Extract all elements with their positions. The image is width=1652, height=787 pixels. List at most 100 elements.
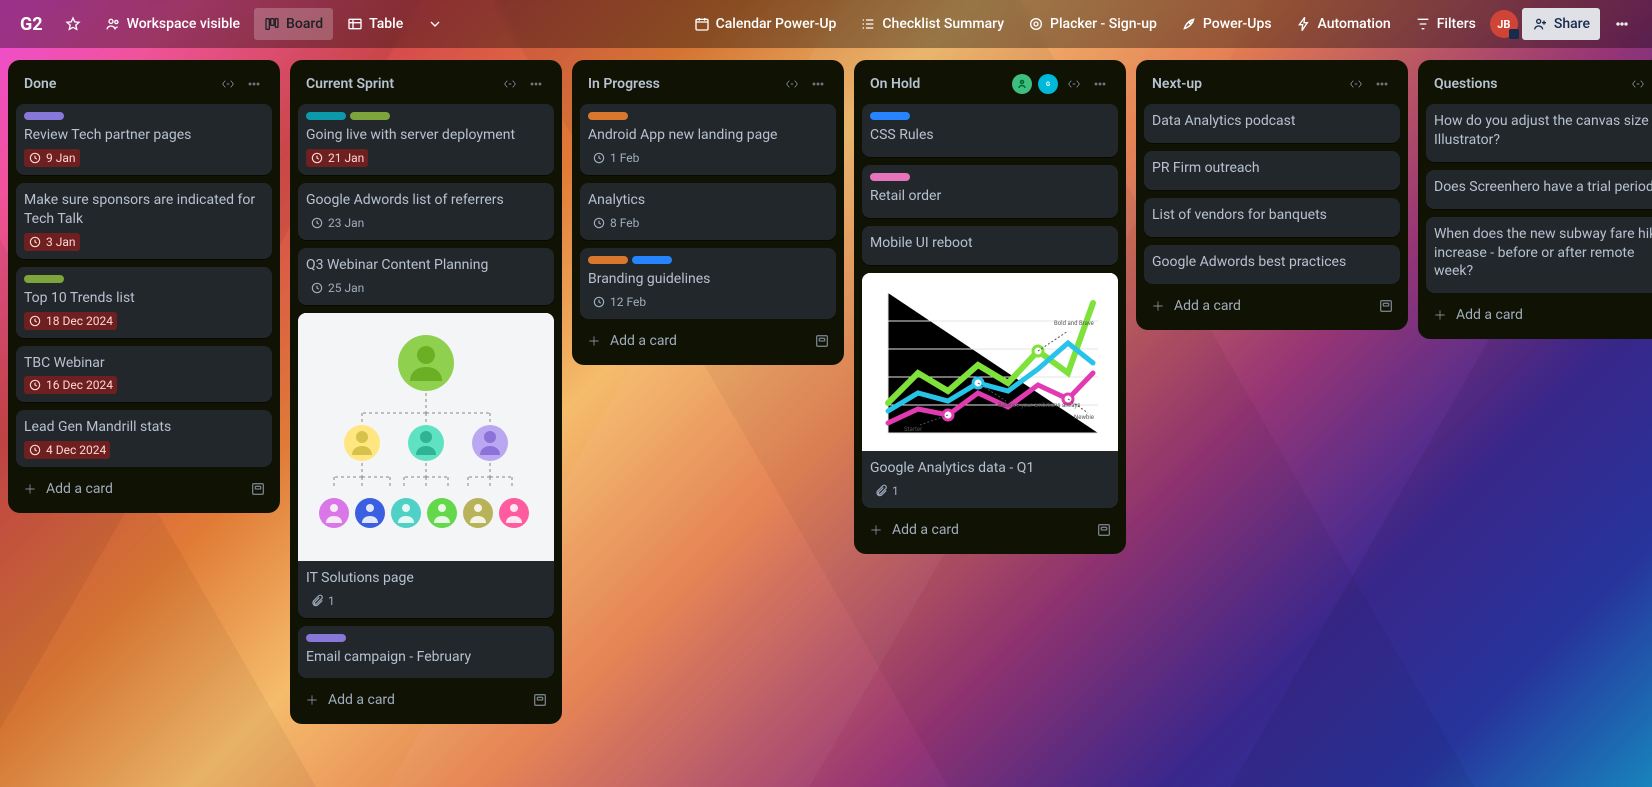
card[interactable]: List of vendors for banquets: [1144, 198, 1400, 237]
card[interactable]: Does Screenhero have a trial period?: [1426, 170, 1652, 209]
calendar-powerup-button[interactable]: Calendar Power-Up: [684, 8, 847, 40]
view-switcher-button[interactable]: [417, 8, 453, 40]
card[interactable]: Branding guidelines12 Feb: [580, 248, 836, 319]
card[interactable]: Going live with server deployment21 Jan: [298, 104, 554, 175]
card[interactable]: When does the new subway fare hike incre…: [1426, 217, 1652, 294]
list-menu-button[interactable]: [806, 72, 830, 96]
due-date-badge[interactable]: 21 Jan: [306, 149, 368, 167]
collapse-list-button[interactable]: [216, 72, 240, 96]
card-label[interactable]: [306, 112, 346, 120]
share-button[interactable]: Share: [1522, 8, 1600, 40]
star-button[interactable]: [55, 8, 91, 40]
board-menu-button[interactable]: [1604, 8, 1640, 40]
list: Current Sprint Going live with server dep…: [290, 60, 562, 724]
card-label[interactable]: [588, 112, 628, 120]
people-icon: [105, 16, 121, 32]
due-date-badge[interactable]: 18 Dec 2024: [24, 312, 117, 330]
card[interactable]: Bold and Brave Balance your ambitions al…: [862, 273, 1118, 508]
card[interactable]: Google Adwords best practices: [1144, 245, 1400, 284]
card[interactable]: Top 10 Trends list18 Dec 2024: [16, 267, 272, 338]
add-card-button[interactable]: Add a card: [1426, 299, 1652, 331]
add-card-button[interactable]: Add a card: [298, 684, 554, 716]
automation-button[interactable]: Automation: [1286, 8, 1401, 40]
card-label[interactable]: [350, 112, 390, 120]
card[interactable]: Mobile UI reboot: [862, 226, 1118, 265]
checklist-summary-button[interactable]: Checklist Summary: [850, 8, 1014, 40]
card[interactable]: PR Firm outreach: [1144, 151, 1400, 190]
card[interactable]: Analytics8 Feb: [580, 183, 836, 240]
due-date-badge[interactable]: 25 Jan: [306, 279, 368, 297]
share-label: Share: [1554, 16, 1590, 32]
list-title[interactable]: Questions: [1434, 76, 1622, 92]
table-view-button[interactable]: Table: [337, 8, 413, 40]
add-card-button[interactable]: Add a card: [1144, 290, 1400, 322]
powerups-button[interactable]: Power-Ups: [1171, 8, 1282, 40]
card-title: Data Analytics podcast: [1152, 112, 1392, 131]
list-menu-button[interactable]: [242, 72, 266, 96]
collapse-list-button[interactable]: [780, 72, 804, 96]
card-template-button[interactable]: [532, 692, 548, 708]
collapse-list-button[interactable]: [1344, 72, 1368, 96]
card[interactable]: Retail order: [862, 165, 1118, 218]
card-template-button[interactable]: [250, 481, 266, 497]
collapse-list-button[interactable]: [1062, 72, 1086, 96]
due-date-badge[interactable]: 8 Feb: [588, 214, 643, 232]
card-template-button[interactable]: [1096, 522, 1112, 538]
list-title[interactable]: Next-up: [1152, 76, 1340, 92]
list-menu-button[interactable]: [1088, 72, 1112, 96]
card-template-button[interactable]: [1378, 298, 1394, 314]
workspace-visible-button[interactable]: Workspace visible: [95, 8, 250, 40]
list-title[interactable]: Current Sprint: [306, 76, 494, 92]
due-date-badge[interactable]: 9 Jan: [24, 149, 80, 167]
card-label[interactable]: [24, 275, 64, 283]
collapse-list-button[interactable]: [1626, 72, 1650, 96]
add-card-button[interactable]: Add a card: [580, 325, 836, 357]
member-avatar[interactable]: JB: [1490, 10, 1518, 38]
card-label[interactable]: [870, 112, 910, 120]
filters-button[interactable]: Filters: [1405, 8, 1486, 40]
card-label[interactable]: [306, 634, 346, 642]
list-menu-button[interactable]: [524, 72, 548, 96]
extension-chip[interactable]: [1012, 74, 1032, 94]
clock-icon: [28, 314, 42, 328]
card-label[interactable]: [24, 112, 64, 120]
due-date-badge[interactable]: 12 Feb: [588, 293, 650, 311]
list-menu-button[interactable]: [1370, 72, 1394, 96]
card[interactable]: TBC Webinar16 Dec 2024: [16, 346, 272, 403]
board-canvas[interactable]: Done Review Tech partner pages9 Jan Make s…: [0, 48, 1652, 787]
card[interactable]: Android App new landing page1 Feb: [580, 104, 836, 175]
card[interactable]: Make sure sponsors are indicated for Tec…: [16, 183, 272, 259]
collapse-list-button[interactable]: [498, 72, 522, 96]
add-card-button[interactable]: Add a card: [862, 514, 1118, 546]
board-view-button[interactable]: Board: [254, 8, 333, 40]
card[interactable]: Review Tech partner pages9 Jan: [16, 104, 272, 175]
add-card-button[interactable]: Add a card: [16, 473, 272, 505]
card[interactable]: How do you adjust the canvas size in Ill…: [1426, 104, 1652, 162]
card[interactable]: Lead Gen Mandrill stats4 Dec 2024: [16, 410, 272, 467]
card[interactable]: CSS Rules: [862, 104, 1118, 157]
extension-chip[interactable]: G: [1038, 74, 1058, 94]
list-title[interactable]: In Progress: [588, 76, 776, 92]
card-label[interactable]: [588, 256, 628, 264]
due-date-text: 4 Dec 2024: [46, 443, 106, 457]
due-date-badge[interactable]: 3 Jan: [24, 233, 80, 251]
list-title[interactable]: On Hold: [870, 76, 1008, 92]
card[interactable]: IT Solutions page1: [298, 313, 554, 618]
card-label[interactable]: [870, 173, 910, 181]
card-label[interactable]: [632, 256, 672, 264]
due-date-badge[interactable]: 1 Feb: [588, 149, 643, 167]
placker-button[interactable]: Placker - Sign-up: [1018, 8, 1167, 40]
board-title[interactable]: G2: [12, 10, 51, 39]
list-title[interactable]: Done: [24, 76, 212, 92]
card-title: Does Screenhero have a trial period?: [1434, 178, 1652, 197]
due-date-badge[interactable]: 16 Dec 2024: [24, 376, 117, 394]
card-template-button[interactable]: [814, 333, 830, 349]
add-card-label: Add a card: [610, 333, 677, 349]
due-date-badge[interactable]: 23 Jan: [306, 214, 368, 232]
card-badges: 21 Jan: [306, 149, 546, 167]
card[interactable]: Q3 Webinar Content Planning25 Jan: [298, 248, 554, 305]
card[interactable]: Google Adwords list of referrers23 Jan: [298, 183, 554, 240]
card[interactable]: Data Analytics podcast: [1144, 104, 1400, 143]
due-date-badge[interactable]: 4 Dec 2024: [24, 441, 110, 459]
card[interactable]: Email campaign - February: [298, 626, 554, 679]
